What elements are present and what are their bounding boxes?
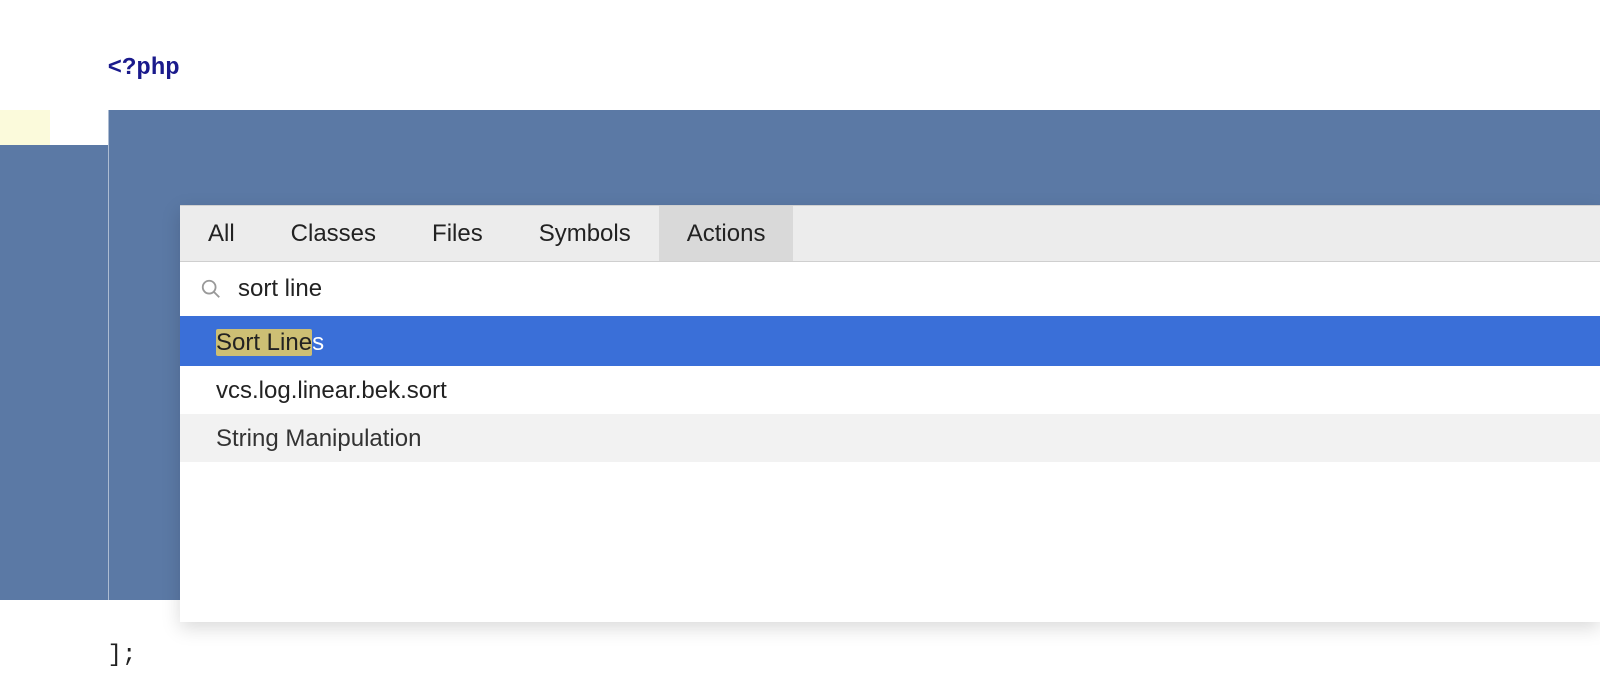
tab-symbols[interactable]: Symbols (511, 206, 659, 261)
gutter-selected (0, 285, 50, 320)
gutter-selected (0, 390, 50, 425)
gutter-selected (0, 180, 50, 215)
search-everywhere-popup: All Classes Files Symbols Actions Sort L… (180, 205, 1600, 622)
gutter-selected (0, 215, 50, 250)
results-list: Sort Lines vcs.log.linear.bek.sort Strin… (180, 318, 1600, 462)
gutter-selected (0, 530, 50, 565)
string-literal: 'Sao (166, 639, 238, 666)
gutter-highlight (0, 110, 50, 145)
gutter-selected (0, 145, 50, 180)
result-label: String Manipulation (216, 421, 421, 456)
tab-actions[interactable]: Actions (659, 206, 794, 261)
gutter-selected (0, 320, 50, 355)
gutter-selected (0, 460, 50, 495)
search-row (180, 262, 1600, 318)
match-highlight: Sort Line (216, 329, 312, 356)
result-item[interactable]: Sort Lines (180, 318, 1600, 366)
tab-classes[interactable]: Classes (263, 206, 404, 261)
tab-files[interactable]: Files (404, 206, 511, 261)
code-line: 'Delhi', (50, 110, 1600, 145)
result-item[interactable]: vcs.log.linear.bek.sort (180, 366, 1600, 414)
code-editor[interactable]: <?php $array = [ 'Delhi', 'Istanbul', 'T… (0, 0, 1600, 690)
result-label-suffix: s (312, 329, 324, 356)
php-open-tag: <?php (108, 55, 180, 82)
search-input[interactable] (238, 275, 1580, 303)
gutter-selected (0, 495, 50, 530)
gutter-selected (0, 565, 50, 600)
popup-tabs: All Classes Files Symbols Actions (180, 206, 1600, 262)
result-section[interactable]: String Manipulation (180, 414, 1600, 462)
popup-blank (180, 462, 1600, 622)
gutter-selected (0, 355, 50, 390)
gutter-selected (0, 425, 50, 460)
code-line: 'Istanbul', (50, 145, 1600, 180)
code-line: <?php (50, 16, 1600, 51)
gutter-selected (0, 250, 50, 285)
result-label: vcs.log.linear.bek.sort (216, 373, 447, 408)
close-bracket: ]; (108, 642, 137, 669)
search-icon (200, 278, 222, 300)
tab-all[interactable]: All (180, 206, 263, 261)
